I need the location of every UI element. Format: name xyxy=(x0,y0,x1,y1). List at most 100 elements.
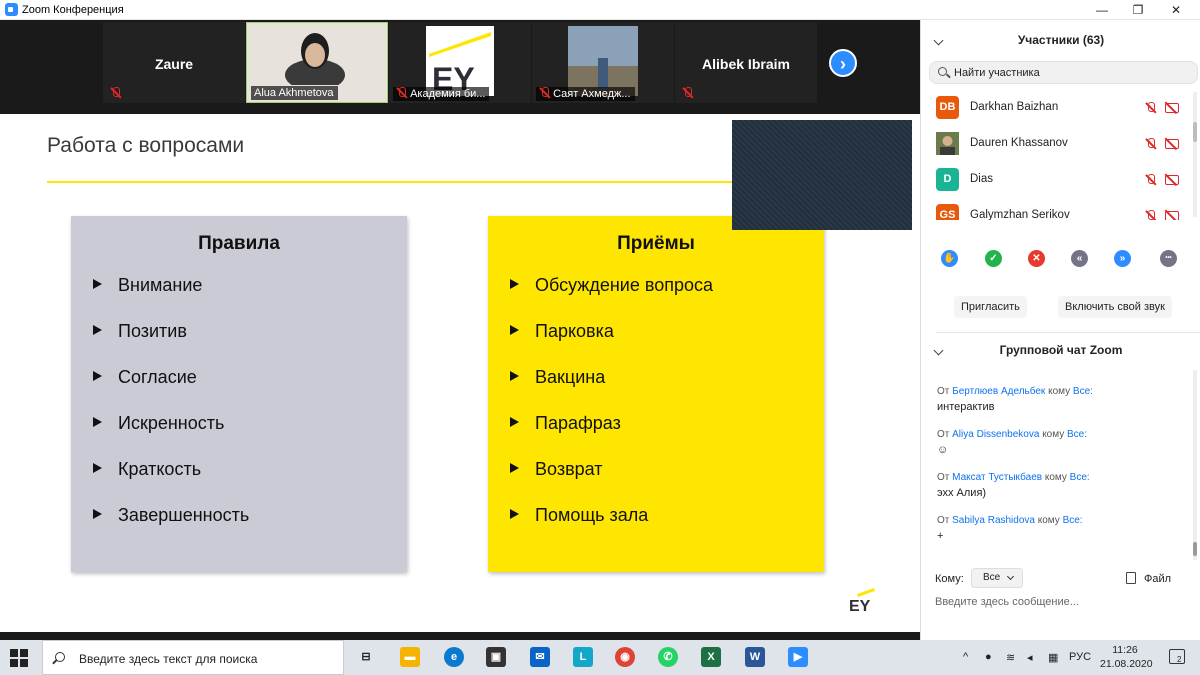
recipient-dropdown[interactable]: Все xyxy=(971,568,1023,588)
collapse-chevron-icon[interactable] xyxy=(933,345,944,356)
video-tile-alua[interactable]: Alua Akhmetova xyxy=(246,22,388,103)
tray-overflow-icon[interactable]: ^ xyxy=(963,651,968,663)
bullet-icon xyxy=(510,463,519,473)
mic-muted-icon xyxy=(396,87,407,99)
participant-name: Dauren Khassanov xyxy=(970,137,1068,149)
notification-count: 2 xyxy=(1177,655,1182,664)
word-icon[interactable]: W xyxy=(745,647,765,667)
participant-row[interactable]: GS Galymzhan Serikov xyxy=(921,198,1191,220)
search-placeholder: Найти участника xyxy=(954,67,1040,79)
more-icon[interactable]: ••• xyxy=(1160,250,1177,267)
section-divider xyxy=(936,332,1200,333)
minimize-button[interactable]: — xyxy=(1084,0,1120,20)
whatsapp-icon[interactable]: ✆ xyxy=(658,647,678,667)
participant-list: DB Darkhan Baizhan Dauren Khassanov D Di… xyxy=(921,90,1191,220)
self-video-view[interactable] xyxy=(732,120,912,230)
participant-row[interactable]: Dauren Khassanov xyxy=(921,126,1191,162)
mic-muted-icon[interactable] xyxy=(1145,138,1156,150)
store-icon[interactable]: ▣ xyxy=(486,647,506,667)
video-tile-zaure[interactable]: Zaure xyxy=(103,22,245,103)
video-tile-sayat[interactable]: Саят Ахмедж... xyxy=(532,22,674,103)
participants-scrollbar[interactable] xyxy=(1193,92,1197,217)
sender-name[interactable]: Максат Тустыкбаев xyxy=(952,472,1042,483)
chat-input[interactable]: Введите здесь сообщение... xyxy=(935,596,1079,608)
edge-icon[interactable]: e xyxy=(444,647,464,667)
participants-header[interactable]: Участники (63) xyxy=(921,29,1200,51)
bullet-icon xyxy=(93,279,102,289)
collapse-chevron-icon[interactable] xyxy=(933,35,944,46)
taskbar-search-input[interactable]: Введите здесь текст для поиска xyxy=(42,640,344,675)
hand-icon[interactable]: ✋ xyxy=(941,250,958,267)
technique-text: Парковка xyxy=(535,321,614,341)
technique-text: Вакцина xyxy=(535,367,606,387)
mail-icon[interactable]: ✉ xyxy=(530,647,550,667)
invite-button[interactable]: Пригласить xyxy=(954,296,1027,318)
list-item: Позитив xyxy=(93,321,249,367)
restore-button[interactable]: ❐ xyxy=(1120,0,1156,20)
technique-text: Возврат xyxy=(535,459,603,479)
participant-row[interactable]: D Dias xyxy=(921,162,1191,198)
rule-text: Завершенность xyxy=(118,505,250,525)
yes-icon[interactable]: ✓ xyxy=(985,250,1002,267)
message-text: интерактив xyxy=(937,401,995,413)
tile-label: Академия би... xyxy=(393,87,490,101)
sender-name[interactable]: Бертлюев Адельбек xyxy=(952,386,1045,397)
chrome-icon[interactable]: ◉ xyxy=(615,647,635,667)
wifi-icon[interactable]: ≋ xyxy=(1006,651,1015,664)
close-button[interactable]: ✕ xyxy=(1158,0,1194,20)
sender-name[interactable]: Sabilya Rashidova xyxy=(952,515,1035,526)
no-icon[interactable]: ✕ xyxy=(1028,250,1045,267)
microphone-icon[interactable]: ● xyxy=(985,651,992,663)
video-tile-academy[interactable]: EY Академия би... xyxy=(389,22,531,103)
list-item: Обсуждение вопроса xyxy=(510,275,713,321)
faster-icon[interactable]: » xyxy=(1114,250,1131,267)
techniques-panel: Приёмы Обсуждение вопроса Парковка Вакци… xyxy=(488,216,824,572)
participant-label: Саят Ахмедж... xyxy=(553,88,631,100)
slide-title: Работа с вопросами xyxy=(47,134,245,157)
scrollbar-thumb[interactable] xyxy=(1193,122,1197,142)
scrollbar-thumb[interactable] xyxy=(1193,542,1197,556)
bullet-icon xyxy=(510,279,519,289)
file-button[interactable]: Файл xyxy=(1126,572,1171,585)
language-indicator[interactable]: РУС xyxy=(1069,651,1091,663)
message-text: ☺ xyxy=(937,444,949,456)
zoom-icon[interactable]: ▶ xyxy=(788,647,808,667)
sender-name[interactable]: Aliya Dissenbekova xyxy=(952,429,1039,440)
task-view-icon[interactable]: ⊟ xyxy=(356,647,376,667)
chat-scrollbar[interactable] xyxy=(1193,370,1197,560)
chat-title: Групповой чат Zoom xyxy=(999,343,1123,357)
mic-muted-icon[interactable] xyxy=(1145,174,1156,186)
to-word: кому xyxy=(1044,472,1067,483)
notification-icon[interactable]: 2 xyxy=(1169,649,1185,664)
chat-header[interactable]: Групповой чат Zoom xyxy=(921,339,1200,361)
camera-off-icon xyxy=(1165,103,1179,113)
windows-start-icon[interactable] xyxy=(10,649,28,667)
participants-title: Участники (63) xyxy=(1017,33,1105,47)
participant-row[interactable]: DB Darkhan Baizhan xyxy=(921,90,1191,126)
tile-label: Alua Akhmetova xyxy=(251,86,338,100)
list-item: Вакцина xyxy=(510,367,713,413)
l-app-icon[interactable]: L xyxy=(573,647,593,667)
participant-name: Galymzhan Serikov xyxy=(970,209,1070,220)
mic-muted-icon[interactable] xyxy=(1145,102,1156,114)
keyboard-icon[interactable]: ▦ xyxy=(1048,651,1058,664)
volume-icon[interactable]: ◂ xyxy=(1027,651,1033,664)
participant-search-input[interactable]: Найти участника xyxy=(929,61,1198,84)
technique-text: Помощь зала xyxy=(535,505,649,525)
mic-muted-icon[interactable] xyxy=(1145,210,1156,220)
chat-message: От Sabilya Rashidova кому Все: + xyxy=(937,515,1187,542)
bullet-icon xyxy=(93,509,102,519)
clock[interactable]: 11:26 21.08.2020 xyxy=(1100,643,1153,671)
avatar-photo-image xyxy=(936,132,959,155)
rule-text: Внимание xyxy=(118,275,203,295)
video-tile-alibek[interactable]: Alibek Ibraim xyxy=(675,22,817,103)
unmute-button[interactable]: Включить свой звук xyxy=(1058,296,1172,318)
bullet-icon xyxy=(93,463,102,473)
file-explorer-icon[interactable]: ▬ xyxy=(400,647,420,667)
next-page-button[interactable]: › xyxy=(829,49,857,77)
excel-icon[interactable]: X xyxy=(701,647,721,667)
recipient: Все: xyxy=(1067,429,1088,440)
slower-icon[interactable]: « xyxy=(1071,250,1088,267)
list-item: Внимание xyxy=(93,275,249,321)
participant-label: Alua Akhmetova xyxy=(254,87,334,99)
